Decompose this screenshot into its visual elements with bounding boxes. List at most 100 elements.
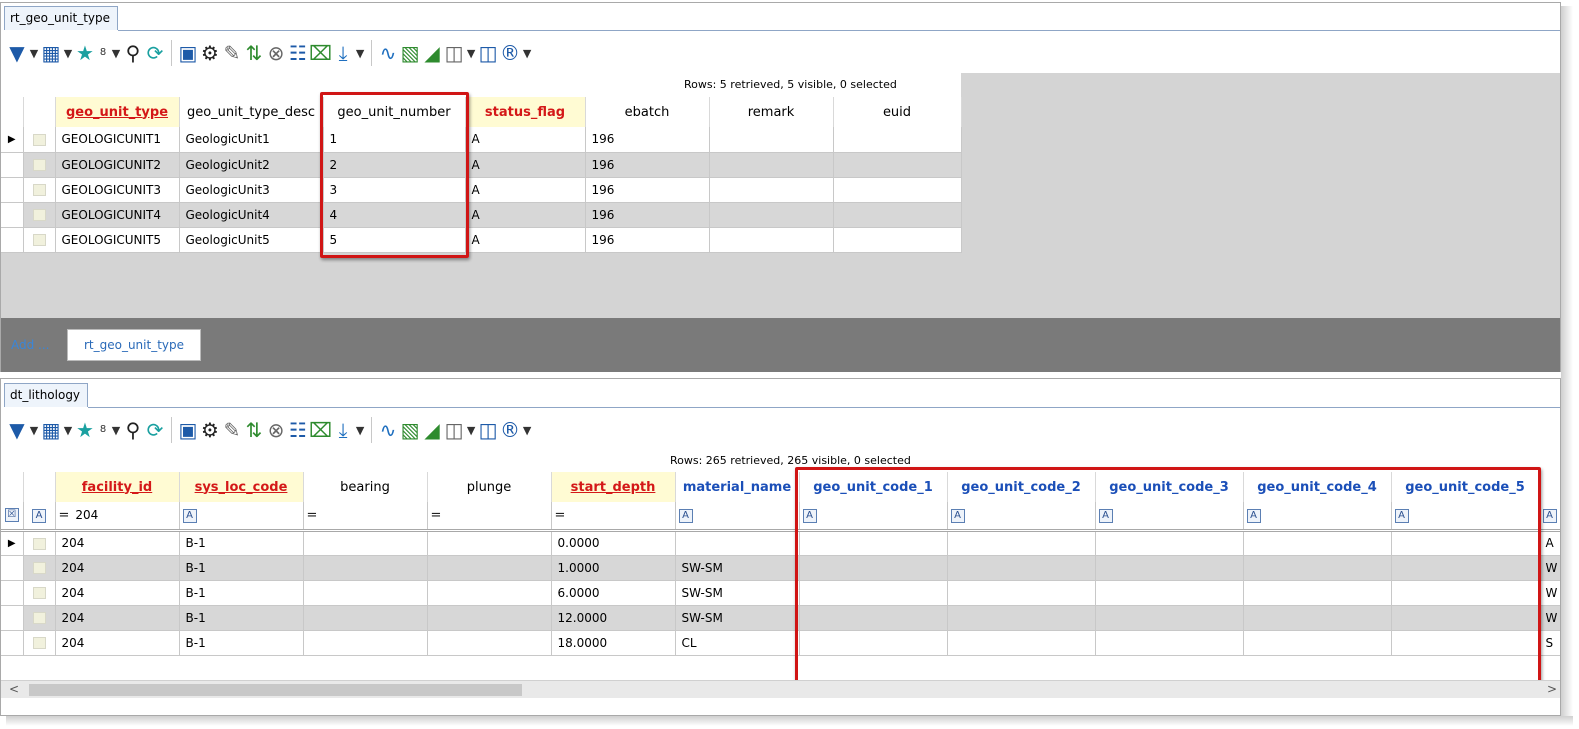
area-chart-icon[interactable]: ◢ <box>421 38 443 68</box>
cell[interactable] <box>709 127 834 153</box>
cell[interactable]: GEOLOGICUNIT3 <box>55 177 180 203</box>
cell[interactable] <box>427 605 552 631</box>
excel-icon[interactable]: ⌧ <box>309 415 332 445</box>
cell[interactable]: 196 <box>585 127 710 153</box>
sort-icon[interactable]: ⇅ <box>243 38 265 68</box>
cell[interactable]: A <box>465 177 586 203</box>
cell[interactable] <box>427 630 552 656</box>
table-row[interactable]: ▶ GEOLOGICUNIT1 GeologicUnit1 1 A 196 <box>1 127 962 153</box>
cell[interactable]: 204 <box>55 580 180 606</box>
report-icon[interactable]: ◫ <box>443 415 465 445</box>
grid-icon[interactable]: ▦ <box>40 38 62 68</box>
cell[interactable]: 1.0000 <box>551 555 676 581</box>
cell[interactable]: 12.0000 <box>551 605 676 631</box>
cell[interactable] <box>833 227 962 253</box>
cell[interactable]: B-1 <box>179 530 304 556</box>
cell[interactable]: 196 <box>585 202 710 228</box>
cell[interactable]: B-1 <box>179 630 304 656</box>
cell[interactable]: SW-SM <box>675 555 800 581</box>
report-icon[interactable]: ◫ <box>443 38 465 68</box>
bar-chart-icon[interactable]: ▧ <box>399 38 421 68</box>
cell[interactable]: 6.0000 <box>551 580 676 606</box>
cell[interactable] <box>833 127 962 153</box>
cell[interactable]: GeologicUnit4 <box>179 202 324 228</box>
cell[interactable]: A <box>1539 530 1560 556</box>
text-filter-icon[interactable]: A <box>23 502 56 532</box>
col-start-depth[interactable]: start_depth <box>551 472 676 502</box>
chevron-down-icon[interactable]: ▼ <box>354 38 366 68</box>
clear-filter-icon[interactable]: ⊗ <box>265 415 287 445</box>
cell[interactable] <box>833 202 962 228</box>
line-chart-icon[interactable]: ∿ <box>377 38 399 68</box>
col-facility-id[interactable]: facility_id <box>55 472 180 502</box>
filter-plunge[interactable]: = <box>427 502 552 532</box>
cell[interactable]: GeologicUnit2 <box>179 152 324 178</box>
cell[interactable] <box>709 152 834 178</box>
cell[interactable]: W <box>1539 555 1560 581</box>
cell[interactable]: A <box>465 227 586 253</box>
filter-overflow[interactable]: A <box>1539 502 1560 532</box>
cell[interactable]: A <box>465 152 586 178</box>
sort-icon[interactable]: ⇅ <box>243 415 265 445</box>
col-plunge[interactable]: plunge <box>427 472 552 502</box>
cell[interactable]: 196 <box>585 227 710 253</box>
edit-icon[interactable]: ✎ <box>221 415 243 445</box>
cell[interactable] <box>427 530 552 556</box>
download-icon[interactable]: ⤓ <box>332 38 354 68</box>
chevron-down-icon[interactable]: ▼ <box>62 38 74 68</box>
cell[interactable]: GeologicUnit1 <box>179 127 324 153</box>
cell[interactable] <box>427 580 552 606</box>
cell[interactable]: SW-SM <box>675 580 800 606</box>
cell[interactable]: GEOLOGICUNIT5 <box>55 227 180 253</box>
col-sys-loc-code[interactable]: sys_loc_code <box>179 472 304 502</box>
cell[interactable] <box>833 152 962 178</box>
col-remark[interactable]: remark <box>709 97 834 127</box>
layout-icon[interactable]: ◫ <box>477 38 499 68</box>
cell[interactable] <box>427 555 552 581</box>
tab-dt-lithology[interactable]: dt_lithology <box>4 383 88 407</box>
excel-icon[interactable]: ⌧ <box>309 38 332 68</box>
cell[interactable]: W <box>1539 605 1560 631</box>
line-chart-icon[interactable]: ∿ <box>377 415 399 445</box>
filter-toggle-icon[interactable]: ☒ <box>1 502 24 532</box>
save-icon[interactable]: ▣ <box>177 415 199 445</box>
col-ebatch[interactable]: ebatch <box>585 97 710 127</box>
scroll-right-arrow[interactable]: > <box>1547 682 1557 696</box>
gear-icon[interactable]: ⚙ <box>199 415 221 445</box>
cell[interactable] <box>675 530 800 556</box>
chevron-down-icon[interactable]: ▼ <box>521 38 533 68</box>
col-status-flag[interactable]: status_flag <box>465 97 586 127</box>
horizontal-scrollbar[interactable]: < > <box>1 680 1560 698</box>
col-euid[interactable]: euid <box>833 97 962 127</box>
cell[interactable] <box>303 580 428 606</box>
table-row[interactable]: GEOLOGICUNIT4 GeologicUnit4 4 A 196 <box>1 202 962 228</box>
chevron-down-icon[interactable]: ▼ <box>28 38 40 68</box>
filter-material-name[interactable]: A <box>675 502 800 532</box>
search-icon[interactable]: ⚲ <box>122 415 144 445</box>
chevron-down-icon[interactable]: ▼ <box>62 415 74 445</box>
col-material-name[interactable]: material_name <box>675 472 800 502</box>
filter-start-depth[interactable]: = <box>551 502 676 532</box>
cell[interactable]: GEOLOGICUNIT2 <box>55 152 180 178</box>
clear-filter-icon[interactable]: ⊗ <box>265 38 287 68</box>
find-icon[interactable]: ☷ <box>287 415 309 445</box>
cell[interactable] <box>303 530 428 556</box>
layout-icon[interactable]: ◫ <box>477 415 499 445</box>
bar-chart-icon[interactable]: ▧ <box>399 415 421 445</box>
cell[interactable]: 204 <box>55 555 180 581</box>
cell[interactable]: SW-SM <box>675 605 800 631</box>
cell[interactable]: 196 <box>585 152 710 178</box>
cell[interactable]: GEOLOGICUNIT4 <box>55 202 180 228</box>
cell[interactable] <box>303 605 428 631</box>
col-geo-unit-type-desc[interactable]: geo_unit_type_desc <box>179 97 324 127</box>
refresh-icon[interactable]: ⟳ <box>144 38 166 68</box>
cell[interactable] <box>709 177 834 203</box>
chevron-down-icon[interactable]: ▼ <box>110 415 122 445</box>
cell[interactable] <box>709 227 834 253</box>
gear-icon[interactable]: ⚙ <box>199 38 221 68</box>
download-icon[interactable]: ⤓ <box>332 415 354 445</box>
col-bearing[interactable]: bearing <box>303 472 428 502</box>
cell[interactable]: B-1 <box>179 555 304 581</box>
cell[interactable]: S <box>1539 630 1560 656</box>
cell[interactable]: GEOLOGICUNIT1 <box>55 127 180 153</box>
